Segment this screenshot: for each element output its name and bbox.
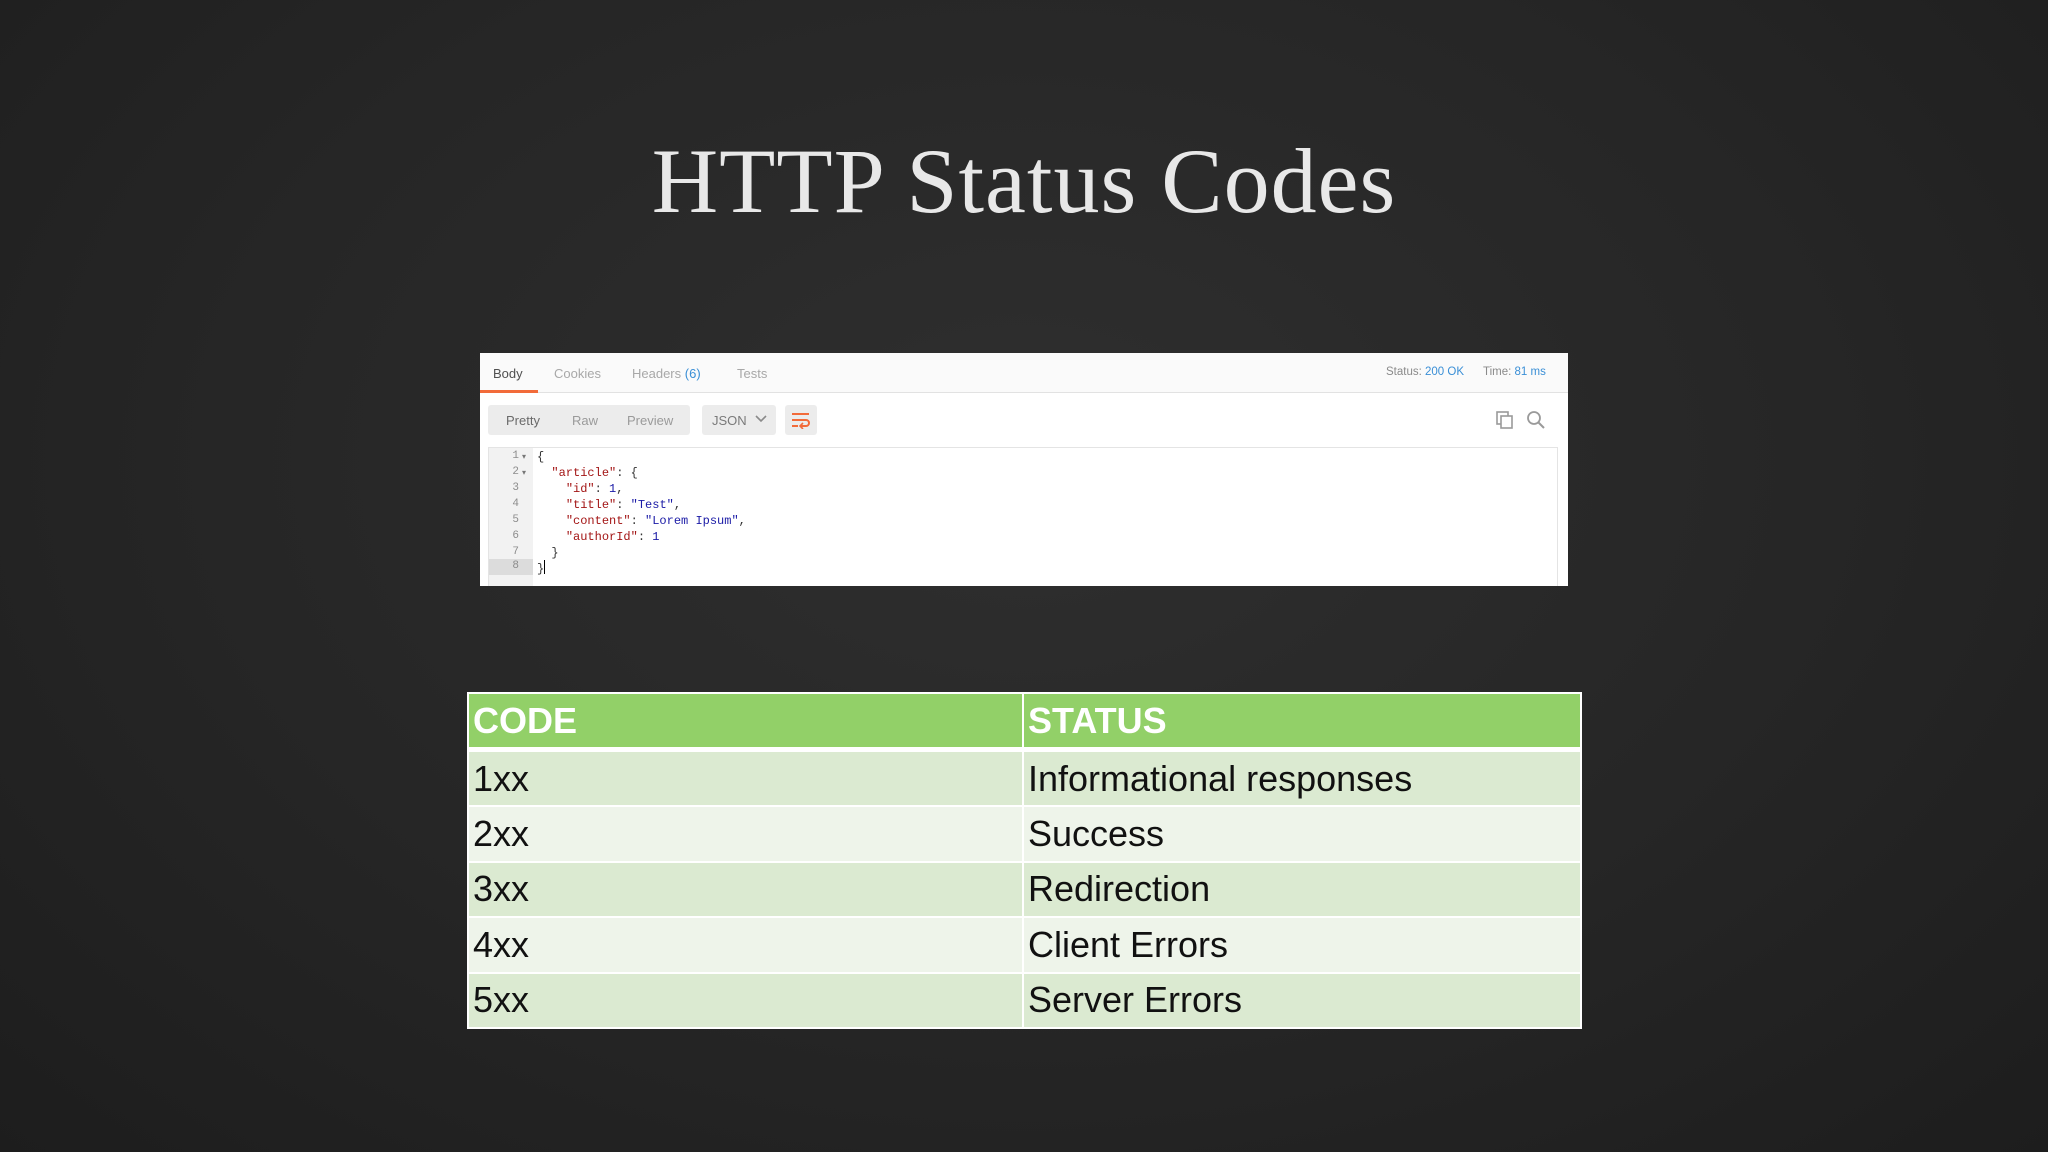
table-row: 4xx Client Errors	[467, 916, 1582, 974]
line-number: 2	[512, 466, 519, 478]
fold-arrow-icon[interactable]: ▾	[522, 452, 526, 461]
wrap-lines-icon	[791, 411, 811, 434]
code-line: }	[551, 546, 559, 560]
status-value: 200 OK	[1425, 366, 1465, 378]
code-line: "authorId": 1	[565, 530, 660, 544]
table-row: 5xx Server Errors	[467, 971, 1582, 1030]
raw-button[interactable]: Raw	[572, 413, 598, 428]
tab-tests[interactable]: Tests	[737, 366, 767, 381]
code-cell: 1xx	[467, 748, 1024, 808]
view-mode-group: Pretty Raw Preview	[488, 405, 690, 435]
text-cursor	[544, 560, 546, 574]
time-label: Time:	[1483, 366, 1512, 378]
table-row: 2xx Success	[467, 805, 1582, 863]
response-panel: Body Cookies Headers (6) Tests Status: 2…	[480, 353, 1568, 586]
search-icon[interactable]	[1526, 410, 1546, 435]
table-header-row: CODE STATUS	[467, 692, 1582, 752]
time-value: 81 ms	[1514, 366, 1546, 378]
code-line: "article": {	[551, 466, 638, 480]
code-line: "id": 1,	[565, 482, 624, 496]
status-label: Status:	[1386, 366, 1422, 378]
line-number-gutter: 1 ▾ 2 ▾ 3 4 5 6 7 8	[489, 448, 533, 586]
active-tab-indicator	[480, 390, 538, 393]
code-line: "title": "Test",	[565, 498, 682, 512]
code-cell: 4xx	[467, 916, 1024, 974]
status-cell: Success	[1022, 805, 1582, 863]
line-number: 4	[512, 498, 519, 510]
response-body-editor[interactable]: 1 ▾ 2 ▾ 3 4 5 6 7 8 { "article": { "id":…	[488, 447, 1558, 586]
line-number: 8	[512, 560, 519, 572]
table-row: 1xx Informational responses	[467, 748, 1582, 808]
response-status: Status: 200 OK	[1386, 366, 1464, 378]
tab-cookies[interactable]: Cookies	[554, 366, 601, 381]
code-line: }	[537, 560, 546, 576]
column-header-status: STATUS	[1022, 692, 1582, 752]
slide-title: HTTP Status Codes	[651, 130, 1397, 232]
column-header-code: CODE	[467, 692, 1024, 752]
code-line: "content": "Lorem Ipsum",	[565, 514, 746, 528]
fold-arrow-icon[interactable]: ▾	[522, 468, 526, 477]
wrap-lines-button[interactable]	[785, 405, 817, 435]
response-tab-bar: Body Cookies Headers (6) Tests Status: 2…	[480, 353, 1568, 393]
line-number: 1	[512, 450, 519, 462]
code-cell: 5xx	[467, 971, 1024, 1030]
pretty-button[interactable]: Pretty	[506, 413, 540, 428]
status-cell: Server Errors	[1022, 971, 1582, 1030]
table-row: 3xx Redirection	[467, 860, 1582, 919]
format-select-value: JSON	[712, 413, 747, 428]
tab-body[interactable]: Body	[493, 366, 523, 381]
status-cell: Redirection	[1022, 860, 1582, 919]
copy-icon[interactable]	[1495, 410, 1515, 435]
line-number: 5	[512, 514, 519, 526]
headers-count: (6)	[684, 366, 701, 381]
chevron-down-icon	[754, 411, 768, 430]
tab-headers[interactable]: Headers (6)	[632, 366, 701, 381]
status-code-table: CODE STATUS 1xx Informational responses …	[467, 692, 1582, 1030]
response-time: Time: 81 ms	[1483, 366, 1546, 378]
status-cell: Informational responses	[1022, 748, 1582, 808]
line-number: 3	[512, 482, 519, 494]
preview-button[interactable]: Preview	[627, 413, 673, 428]
code-cell: 2xx	[467, 805, 1024, 863]
code-cell: 3xx	[467, 860, 1024, 919]
format-select[interactable]: JSON	[702, 405, 776, 435]
tab-headers-label: Headers	[632, 366, 682, 381]
code-line: {	[537, 450, 545, 464]
status-cell: Client Errors	[1022, 916, 1582, 974]
line-number: 6	[512, 530, 519, 542]
